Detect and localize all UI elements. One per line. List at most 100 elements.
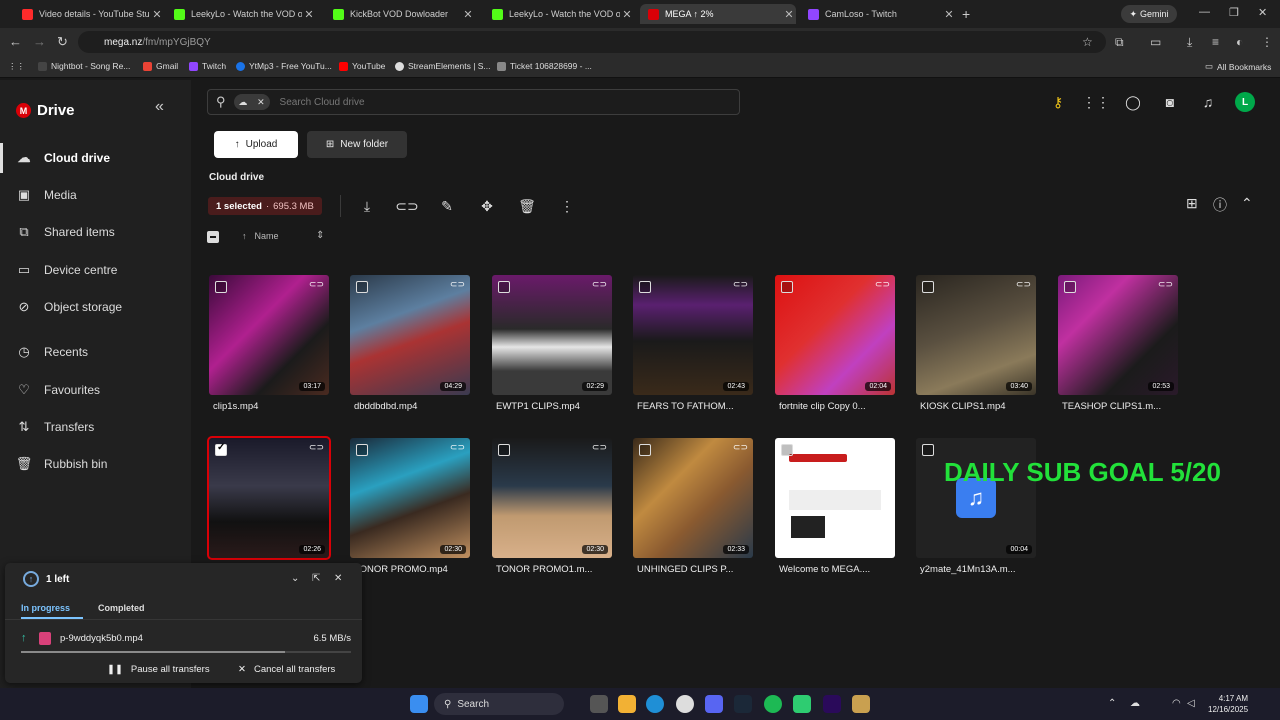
wifi-icon[interactable]: ◠	[1172, 698, 1181, 709]
browser-tab-youtube-studio[interactable]: Video details - YouTube Studio ✕	[14, 4, 164, 24]
bell-icon[interactable]: ♫	[1199, 93, 1217, 111]
select-all-checkbox[interactable]	[207, 231, 219, 243]
back-button[interactable]: ←	[9, 34, 22, 49]
file-card[interactable]: Welcome to MEGA....	[775, 438, 895, 576]
browser-tab-kick-2[interactable]: LeekyLo - Watch the VOD on K ✕	[484, 4, 634, 24]
search-filter-chip[interactable]: ☁ ✕	[233, 94, 270, 110]
file-card[interactable]: ⊂⊃ 03:40 KIOSK CLIPS1.mp4	[916, 275, 1036, 413]
move-icon[interactable]: ✥	[478, 197, 496, 215]
sidebar-item-media[interactable]: ▣ Media	[0, 180, 191, 210]
sidebar-item-device-centre[interactable]: ▭ Device centre	[0, 255, 191, 285]
bookmark-youtube[interactable]: YouTube	[339, 61, 385, 71]
tab-in-progress[interactable]: In progress	[21, 603, 70, 613]
app-icon[interactable]	[793, 695, 811, 713]
file-checkbox[interactable]	[922, 281, 934, 293]
steam-icon[interactable]	[734, 695, 752, 713]
url-input[interactable]: mega.nz/fm/mpYGjBQY	[78, 31, 1106, 53]
file-card[interactable]: ⊂⊃ 02:04 fortnite clip Copy 0...	[775, 275, 895, 413]
file-checkbox[interactable]	[356, 281, 368, 293]
premiere-icon[interactable]	[823, 695, 841, 713]
cloud-icon[interactable]: ☁	[1130, 698, 1140, 709]
expand-icon[interactable]: ⇱	[312, 573, 320, 584]
sidebar-item-transfers[interactable]: ⇅ Transfers	[0, 412, 191, 442]
apps-icon[interactable]: ⋮⋮	[8, 61, 25, 72]
close-icon[interactable]: ✕	[620, 8, 634, 21]
sort-by-name[interactable]: ↑ Name	[242, 231, 279, 241]
new-tab-button[interactable]: +	[962, 6, 970, 22]
file-card[interactable]: ⊂⊃ 03:17 clip1s.mp4	[209, 275, 329, 413]
cast-icon[interactable]: ▭	[1150, 35, 1161, 49]
file-card[interactable]: ⊂⊃ 02:26	[207, 436, 331, 576]
profile-icon[interactable]: ◐	[1236, 35, 1243, 49]
gemini-button[interactable]: ✦ Gemini	[1121, 5, 1177, 23]
windows-start-icon[interactable]	[410, 695, 428, 713]
close-icon[interactable]: ✕	[150, 8, 164, 21]
bookmark-twitch[interactable]: Twitch	[189, 61, 226, 71]
sidebar-item-favourites[interactable]: ♡ Favourites	[0, 375, 191, 405]
file-explorer-icon[interactable]	[618, 695, 636, 713]
extensions-icon[interactable]: ⧉	[1115, 35, 1124, 50]
spotify-icon[interactable]	[764, 695, 782, 713]
close-icon[interactable]: ✕	[302, 8, 316, 21]
browser-tab-kickbot[interactable]: KickBot VOD Dowloader ✕	[325, 4, 475, 24]
sidebar-item-rubbish-bin[interactable]: 🗑 Rubbish bin	[0, 449, 191, 479]
transfer-row[interactable]: ↑ p-9wddyqk5b0.mp4 6.5 MB/s	[21, 630, 351, 646]
download-icon[interactable]: ⤓	[358, 197, 376, 215]
link-icon[interactable]: ⊂⊃	[395, 197, 418, 215]
restore-button[interactable]: ❐	[1229, 6, 1239, 19]
sidebar-item-shared-items[interactable]: ⧉ Shared items	[0, 217, 191, 247]
close-icon[interactable]: ✕	[257, 97, 265, 108]
close-icon[interactable]: ✕	[942, 8, 956, 21]
bookmark-nightbot[interactable]: Nightbot - Song Re...	[38, 61, 130, 71]
menu-icon[interactable]: ⋮	[1261, 35, 1273, 49]
file-checkbox[interactable]	[498, 444, 510, 456]
file-card[interactable]: ⊂⊃ 02:30 TONOR PROMO1.m...	[492, 438, 612, 576]
more-icon[interactable]: ⋮	[558, 197, 576, 215]
task-view-icon[interactable]	[590, 695, 608, 713]
sidebar-item-object-storage[interactable]: ⊘ Object storage	[0, 292, 191, 322]
volume-icon[interactable]: ◁	[1187, 698, 1195, 709]
bookmark-streamelements[interactable]: StreamElements | S...	[395, 61, 491, 71]
search-input[interactable]: Search Cloud drive	[280, 97, 365, 108]
upload-button[interactable]: ↑ Upload	[214, 131, 298, 158]
search-bar[interactable]: ⚲ ☁ ✕ Search Cloud drive	[207, 89, 740, 115]
file-checkbox[interactable]	[1064, 281, 1076, 293]
bookmark-ytmp3[interactable]: YtMp3 - Free YouTu...	[236, 61, 332, 71]
avatar[interactable]: L	[1235, 92, 1255, 112]
browser-tab-twitch[interactable]: CamLoso - Twitch ✕	[800, 4, 956, 24]
grid-view-icon[interactable]: ⊞	[1186, 195, 1198, 212]
browser-tab-mega[interactable]: MEGA ↑ 2% ✕	[640, 4, 796, 24]
trash-icon[interactable]: 🗑	[518, 197, 536, 215]
taskbar-search[interactable]: ⚲ Search	[434, 693, 564, 715]
file-card[interactable]: ⊂⊃ 02:33 UNHINGED CLIPS P...	[633, 438, 753, 576]
pencil-icon[interactable]: ✎	[438, 197, 456, 215]
collapse-sidebar-button[interactable]: «	[155, 98, 164, 116]
download-icon[interactable]: ⤓	[1187, 35, 1192, 50]
star-icon[interactable]: ☆	[1082, 35, 1093, 49]
chevron-up-icon[interactable]: ⌃	[1241, 195, 1253, 212]
forward-button[interactable]: →	[33, 34, 46, 49]
file-checkbox[interactable]	[215, 281, 227, 293]
bookmark-ticket[interactable]: Ticket 106828699 - ...	[497, 61, 592, 71]
cancel-all-button[interactable]: ✕ Cancel all transfers	[238, 664, 335, 675]
apps-grid-icon[interactable]: ⋮⋮	[1082, 93, 1110, 111]
file-card[interactable]: ⊂⊃ 02:29 EWTP1 CLIPS.mp4	[492, 275, 612, 413]
chrome-icon[interactable]	[676, 695, 694, 713]
discord-icon[interactable]	[705, 695, 723, 713]
close-window-button[interactable]: ✕	[1258, 6, 1267, 19]
browser-tab-kick-1[interactable]: LeekyLo - Watch the VOD on K ✕	[166, 4, 316, 24]
reload-button[interactable]: ↻	[57, 34, 68, 50]
edge-icon[interactable]	[646, 695, 664, 713]
pause-all-button[interactable]: ❚❚ Pause all transfers	[107, 664, 210, 675]
close-icon[interactable]: ✕	[782, 8, 796, 21]
file-checkbox[interactable]	[922, 444, 934, 456]
chat-icon[interactable]: ◯	[1124, 93, 1142, 111]
close-icon[interactable]: ✕	[334, 573, 342, 584]
app-icon[interactable]	[852, 695, 870, 713]
file-card[interactable]: ⊂⊃ 02:53 TEASHOP CLIPS1.m...	[1058, 275, 1178, 413]
file-checkbox[interactable]	[356, 444, 368, 456]
file-checkbox[interactable]	[781, 281, 793, 293]
file-checkbox[interactable]	[215, 442, 227, 456]
file-checkbox[interactable]	[781, 444, 793, 456]
clock[interactable]: 4:17 AM 12/16/2025	[1208, 693, 1248, 715]
